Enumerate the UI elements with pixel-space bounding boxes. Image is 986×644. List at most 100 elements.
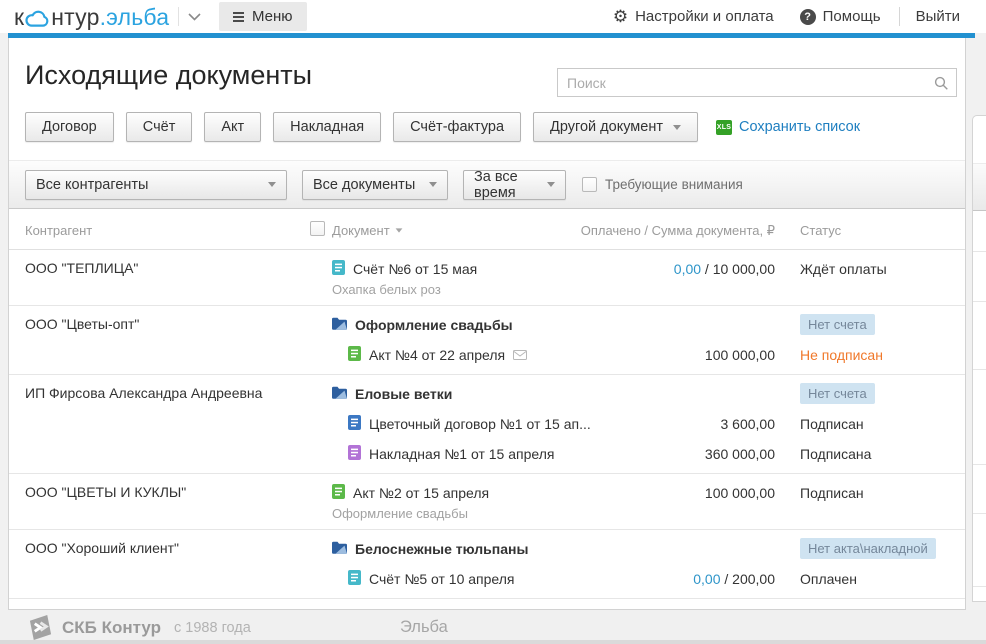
brand-since: с 1988 года: [174, 619, 251, 636]
status-text: Подписана: [800, 446, 872, 462]
group-title-cell[interactable]: Еловые ветки: [332, 379, 452, 409]
folder-icon: [332, 386, 347, 402]
document-subtitle-line: Охапка белых роз: [9, 282, 965, 301]
period-filter-value: За все время: [474, 168, 518, 201]
group-line: Еловые ветки Нет счета: [9, 379, 965, 409]
attention-label: Требующие внимания: [605, 177, 743, 192]
status-text: Ждёт оплаты: [800, 261, 887, 277]
save-list-link[interactable]: XLS Сохранить список: [715, 119, 861, 135]
brand-name: СКБ Контур: [62, 617, 161, 637]
status-badge: Нет акта\накладной: [800, 538, 936, 559]
attention-checkbox[interactable]: [582, 177, 597, 192]
hamburger-icon: [233, 11, 244, 22]
create-document-buttons: Договор Счёт Акт Накладная Счёт-фактура …: [25, 112, 860, 142]
document-line: Акт №4 от 22 апреля 100 000,00 Не подписан: [9, 340, 965, 370]
chevron-down-icon: [547, 182, 555, 187]
column-counterparty: Контрагент: [25, 223, 93, 238]
group-title-cell[interactable]: Оформление свадьбы: [332, 310, 513, 340]
document-title: Белоснежные тюльпаны: [355, 541, 529, 557]
act-doc-icon: [348, 346, 361, 364]
other-document-label: Другой документ: [550, 119, 663, 135]
paid-amount: 0,00: [693, 571, 721, 587]
table-row[interactable]: ИП Фирсова Александра Андреевна Еловые ве…: [9, 375, 965, 474]
waybill-doc-icon: [348, 445, 361, 463]
table-row[interactable]: ООО "ТЕПЛИЦА" Счёт №6 от 15 мая 0,00 / 10 …: [9, 250, 965, 306]
gear-icon: ⚙: [612, 7, 629, 26]
cloud-icon: [25, 10, 49, 27]
attention-filter: Требующие внимания: [582, 177, 743, 192]
chevron-down-icon[interactable]: [188, 13, 201, 21]
counterparty-filter-dropdown[interactable]: Все контрагенты: [25, 169, 287, 200]
create-invoice-factura-button[interactable]: Счёт-фактура: [393, 112, 522, 142]
document-type-filter-dropdown[interactable]: Все документы: [302, 169, 448, 200]
document-title: Оформление свадьбы: [355, 317, 513, 333]
logo-text: .эльба: [99, 3, 170, 30]
create-act-button[interactable]: Акт: [204, 112, 262, 142]
document-title: Накладная №1 от 15 апреля: [369, 446, 555, 462]
logout-link[interactable]: Выйти: [916, 8, 960, 25]
chevron-down-icon: [268, 182, 276, 187]
column-document-sort[interactable]: Документ: [332, 223, 403, 238]
document-link[interactable]: Счёт №6 от 15 мая: [332, 254, 477, 284]
status-text: Не подписан: [800, 347, 883, 363]
outgoing-documents-card: Исходящие документы Договор Счёт Акт Нак…: [8, 38, 966, 610]
create-invoice-button[interactable]: Счёт: [125, 112, 193, 142]
logo-text: к: [14, 3, 25, 30]
document-link[interactable]: Акт №4 от 22 апреля: [348, 340, 528, 370]
save-list-label: Сохранить список: [738, 119, 861, 135]
table-row[interactable]: ООО "ЦВЕТЫ И КУКЛЫ" Акт №2 от 15 апреля 10…: [9, 474, 965, 530]
create-waybill-button[interactable]: Накладная: [273, 112, 382, 142]
skb-kontur-brand: СКБ Контур с 1988 года: [28, 615, 251, 640]
document-subtitle-line: Оформление свадьбы: [9, 506, 965, 525]
select-all-checkbox[interactable]: [310, 221, 325, 236]
search-input[interactable]: [558, 69, 956, 96]
counterparty-filter-value: Все контрагенты: [36, 176, 149, 193]
menu-button-label: Меню: [252, 8, 293, 25]
logo-text: нтур: [51, 3, 100, 30]
group-line: Оформление свадьбы Нет счета: [9, 310, 965, 340]
amount-value: 3 600,00: [720, 416, 776, 432]
amount-value: 0,00 / 200,00: [693, 571, 775, 587]
envelope-icon: [513, 347, 528, 363]
document-filter-value: Все документы: [313, 176, 416, 193]
document-title: Еловые ветки: [355, 386, 453, 402]
help-icon: ?: [799, 8, 816, 25]
help-link[interactable]: ? Помощь: [799, 8, 881, 25]
create-other-document-button[interactable]: Другой документ: [533, 112, 698, 142]
document-line: Акт №2 от 15 апреля 100 000,00 Подписан: [9, 478, 965, 508]
folder-icon: [332, 317, 347, 333]
kontur-elba-logo[interactable]: к нтур .эльба: [14, 2, 169, 32]
invoice-doc-icon: [332, 260, 345, 278]
period-filter-dropdown[interactable]: За все время: [463, 168, 566, 201]
document-link[interactable]: Накладная №1 от 15 апреля: [348, 439, 554, 469]
document-title: Акт №4 от 22 апреля: [369, 347, 506, 363]
search-icon[interactable]: [934, 76, 949, 91]
document-link[interactable]: Цветочный договор №1 от 15 ап...: [348, 409, 591, 439]
bottom-strip: [0, 640, 986, 644]
logout-label: Выйти: [915, 8, 960, 25]
column-document-label: Документ: [332, 223, 390, 238]
settings-label: Настройки и оплата: [635, 8, 774, 25]
invoice-doc-icon: [348, 570, 361, 588]
document-link[interactable]: Счёт №5 от 10 апреля: [348, 564, 515, 594]
group-title-cell[interactable]: Белоснежные тюльпаны: [332, 534, 528, 564]
settings-and-payment-link[interactable]: ⚙ Настройки и оплата: [613, 8, 774, 25]
document-link[interactable]: Акт №2 от 15 апреля: [332, 478, 489, 508]
kontur-logo-icon: [29, 615, 52, 640]
chevron-down-icon: [672, 124, 681, 130]
create-contract-button[interactable]: Договор: [25, 112, 114, 142]
menu-button[interactable]: Меню: [219, 2, 307, 31]
contract-doc-icon: [348, 415, 361, 433]
document-subtitle: Охапка белых роз: [332, 282, 441, 297]
chevron-down-icon: [429, 182, 437, 187]
table-row[interactable]: ООО "Цветы-опт" Оформление свадьбы Нет сче…: [9, 306, 965, 375]
top-bar: к нтур .эльба Меню ⚙ Настройки и оплата …: [0, 0, 986, 33]
column-status: Статус: [800, 223, 842, 238]
amount-value: 360 000,00: [704, 446, 775, 462]
page-title: Исходящие документы: [25, 60, 313, 90]
folder-icon: [332, 541, 347, 557]
table-row[interactable]: ООО "Хороший клиент" Белоснежные тюльпаны…: [9, 530, 965, 599]
column-amount: Оплачено / Сумма документа, ₽: [580, 223, 775, 238]
footer: СКБ Контур с 1988 года Эльба: [0, 610, 986, 640]
help-label: Помощь: [822, 8, 881, 25]
